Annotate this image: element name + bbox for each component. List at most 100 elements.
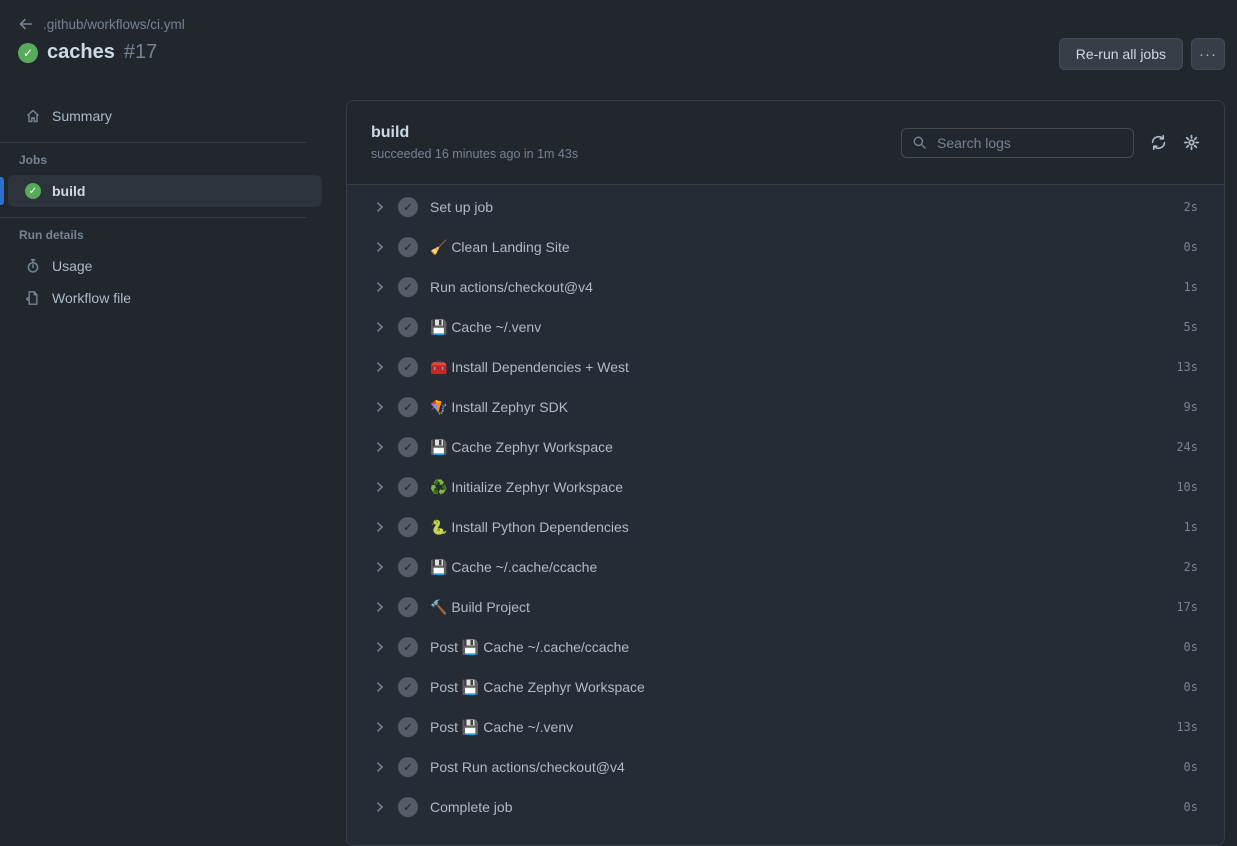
step-row[interactable]: ✓ ♻️ Initialize Zephyr Workspace 10s [347, 467, 1224, 507]
step-name: Post 💾 Cache ~/.venv [430, 719, 573, 736]
chevron-right-icon[interactable] [373, 440, 387, 454]
step-row[interactable]: ✓ Complete job 0s [347, 787, 1224, 827]
step-success-icon: ✓ [398, 557, 418, 577]
job-status-subtitle: succeeded 16 minutes ago in 1m 43s [371, 147, 578, 161]
log-toolbar [901, 128, 1200, 158]
step-success-icon: ✓ [398, 597, 418, 617]
step-row[interactable]: ✓ 💾 Cache ~/.venv 5s [347, 307, 1224, 347]
chevron-right-icon[interactable] [373, 280, 387, 294]
step-row[interactable]: ✓ Run actions/checkout@v4 1s [347, 267, 1224, 307]
step-row[interactable]: ✓ 🪁 Install Zephyr SDK 9s [347, 387, 1224, 427]
search-icon [912, 135, 927, 150]
step-row[interactable]: ✓ 🔨 Build Project 17s [347, 587, 1224, 627]
step-success-icon: ✓ [398, 317, 418, 337]
step-success-icon: ✓ [398, 357, 418, 377]
sidebar-divider [0, 217, 306, 218]
step-success-icon: ✓ [398, 717, 418, 737]
step-row[interactable]: ✓ 💾 Cache ~/.cache/ccache 2s [347, 547, 1224, 587]
chevron-right-icon[interactable] [373, 360, 387, 374]
run-title: caches [47, 41, 115, 64]
step-row[interactable]: ✓ 🐍 Install Python Dependencies 1s [347, 507, 1224, 547]
chevron-right-icon[interactable] [373, 800, 387, 814]
step-row[interactable]: ✓ Set up job 2s [347, 187, 1224, 227]
search-logs-box [901, 128, 1134, 158]
chevron-right-icon[interactable] [373, 200, 387, 214]
search-logs-input[interactable] [935, 134, 1123, 152]
home-icon [25, 108, 41, 124]
step-name: 🐍 Install Python Dependencies [430, 519, 629, 536]
run-title-row: ✓ caches #17 [18, 41, 157, 64]
step-success-icon: ✓ [398, 517, 418, 537]
chevron-right-icon[interactable] [373, 480, 387, 494]
chevron-right-icon[interactable] [373, 680, 387, 694]
step-name: Post Run actions/checkout@v4 [430, 759, 625, 775]
step-duration: 2s [1184, 560, 1198, 574]
kebab-icon: ··· [1199, 46, 1217, 63]
step-row[interactable]: ✓ Post 💾 Cache Zephyr Workspace 0s [347, 667, 1224, 707]
stopwatch-icon [25, 258, 41, 274]
steps-list: ✓ Set up job 2s ✓ 🧹 Clean Landing Site 0… [347, 185, 1224, 827]
chevron-right-icon[interactable] [373, 240, 387, 254]
breadcrumb: .github/workflows/ci.yml [18, 16, 185, 32]
step-success-icon: ✓ [398, 277, 418, 297]
step-name: Post 💾 Cache Zephyr Workspace [430, 679, 645, 696]
step-success-icon: ✓ [398, 757, 418, 777]
step-success-icon: ✓ [398, 397, 418, 417]
sidebar-item-label: Usage [52, 258, 92, 274]
sidebar-job-item-build[interactable]: ✓ build [8, 175, 322, 207]
step-duration: 10s [1176, 480, 1198, 494]
header-actions: Re-run all jobs ··· [1059, 38, 1225, 70]
step-row[interactable]: ✓ 💾 Cache Zephyr Workspace 24s [347, 427, 1224, 467]
step-duration: 0s [1184, 680, 1198, 694]
step-name: Complete job [430, 799, 513, 815]
step-name: Run actions/checkout@v4 [430, 279, 593, 295]
step-name: Set up job [430, 199, 493, 215]
step-name: 🔨 Build Project [430, 599, 530, 616]
run-success-icon: ✓ [18, 43, 38, 63]
step-duration: 9s [1184, 400, 1198, 414]
step-row[interactable]: ✓ Post 💾 Cache ~/.cache/ccache 0s [347, 627, 1224, 667]
step-name: ♻️ Initialize Zephyr Workspace [430, 479, 623, 496]
step-row[interactable]: ✓ Post 💾 Cache ~/.venv 13s [347, 707, 1224, 747]
step-success-icon: ✓ [398, 797, 418, 817]
chevron-right-icon[interactable] [373, 640, 387, 654]
chevron-right-icon[interactable] [373, 520, 387, 534]
step-row[interactable]: ✓ 🧹 Clean Landing Site 0s [347, 227, 1224, 267]
selection-indicator [0, 177, 4, 205]
step-duration: 13s [1176, 720, 1198, 734]
step-duration: 24s [1176, 440, 1198, 454]
sidebar-item-summary[interactable]: Summary [0, 100, 330, 132]
step-duration: 1s [1184, 280, 1198, 294]
step-duration: 2s [1184, 200, 1198, 214]
step-duration: 5s [1184, 320, 1198, 334]
step-success-icon: ✓ [398, 437, 418, 457]
chevron-right-icon[interactable] [373, 720, 387, 734]
step-duration: 0s [1184, 640, 1198, 654]
workflow-file-breadcrumb-link[interactable]: .github/workflows/ci.yml [43, 17, 185, 32]
job-success-icon: ✓ [25, 183, 41, 199]
chevron-right-icon[interactable] [373, 320, 387, 334]
step-duration: 0s [1184, 760, 1198, 774]
job-log-panel: build succeeded 16 minutes ago in 1m 43s [346, 100, 1225, 846]
chevron-right-icon[interactable] [373, 600, 387, 614]
chevron-right-icon[interactable] [373, 560, 387, 574]
job-log-header: build succeeded 16 minutes ago in 1m 43s [347, 101, 1224, 185]
sidebar-item-workflow-file[interactable]: Workflow file [0, 282, 330, 314]
step-duration: 0s [1184, 240, 1198, 254]
refresh-logs-button[interactable] [1150, 134, 1167, 151]
chevron-right-icon[interactable] [373, 400, 387, 414]
step-name: Post 💾 Cache ~/.cache/ccache [430, 639, 629, 656]
step-name: 🧰 Install Dependencies + West [430, 359, 629, 376]
kebab-menu-button[interactable]: ··· [1191, 38, 1225, 70]
step-row[interactable]: ✓ 🧰 Install Dependencies + West 13s [347, 347, 1224, 387]
log-settings-gear-button[interactable] [1183, 134, 1200, 151]
chevron-right-icon[interactable] [373, 760, 387, 774]
arrow-left-icon[interactable] [18, 16, 34, 32]
rerun-all-jobs-button[interactable]: Re-run all jobs [1059, 38, 1183, 70]
sidebar-divider [0, 142, 306, 143]
step-duration: 17s [1176, 600, 1198, 614]
step-success-icon: ✓ [398, 237, 418, 257]
sidebar-item-usage[interactable]: Usage [0, 250, 330, 282]
step-success-icon: ✓ [398, 477, 418, 497]
step-row[interactable]: ✓ Post Run actions/checkout@v4 0s [347, 747, 1224, 787]
